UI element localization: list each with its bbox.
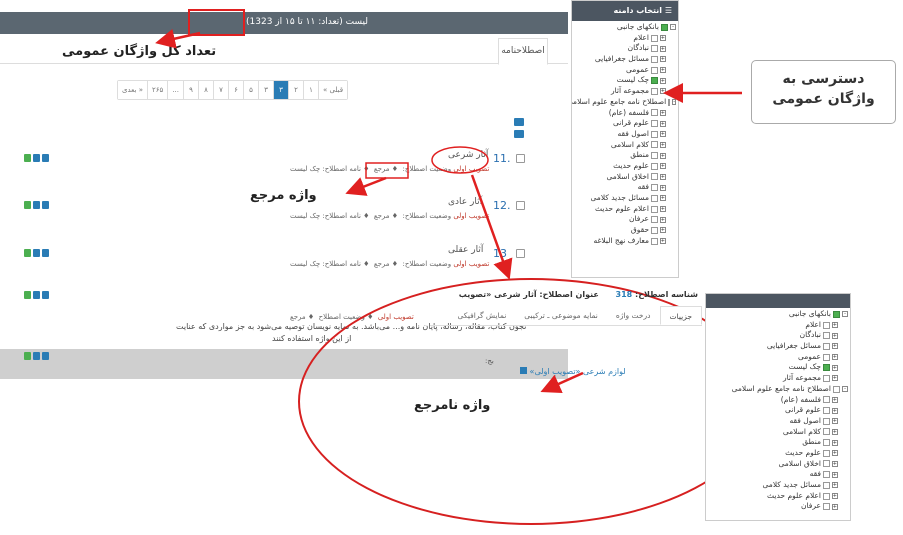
arrow-to-total [155, 28, 201, 49]
title-circle [431, 146, 489, 174]
arrow-to-ref [345, 176, 387, 196]
arrow-to-nonref [540, 371, 584, 394]
annotation-arrows [155, 28, 742, 394]
arrow-to-zoom [470, 174, 513, 280]
ref-highlight-box [365, 162, 409, 179]
